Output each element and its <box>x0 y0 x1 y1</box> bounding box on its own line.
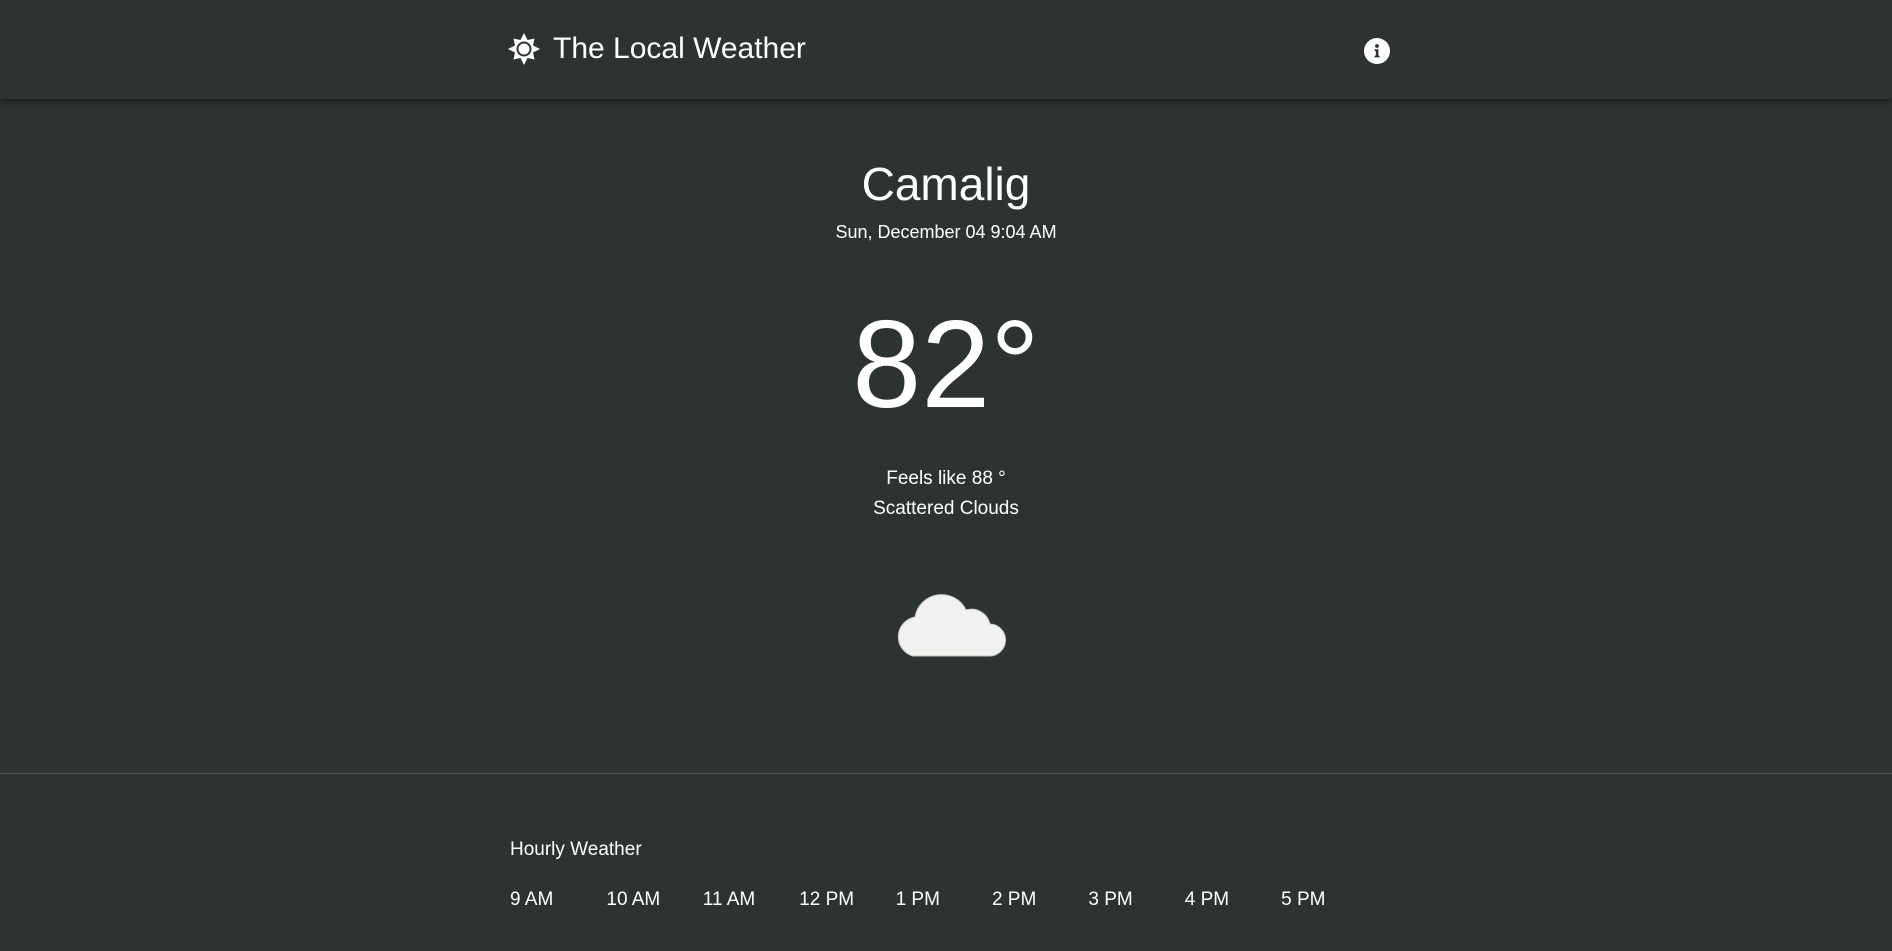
info-button[interactable] <box>1364 38 1390 64</box>
hour-item[interactable]: 10 AM <box>606 888 702 912</box>
hourly-list: 9 AM 10 AM 11 AM 12 PM 1 PM 2 PM 3 PM 4 … <box>510 888 1378 912</box>
hour-item[interactable]: 11 AM <box>703 888 799 912</box>
hourly-weather-section: Hourly Weather 9 AM 10 AM 11 AM 12 PM 1 … <box>0 774 1892 951</box>
hourly-title: Hourly Weather <box>510 839 642 860</box>
brand: The Local Weather <box>507 29 806 69</box>
sun-icon <box>508 33 540 65</box>
hour-item[interactable]: 12 PM <box>799 888 895 912</box>
current-datetime: Sun, December 04 9:04 AM <box>835 222 1057 242</box>
city-name: Camalig <box>861 158 1031 210</box>
app-header: The Local Weather <box>0 0 1892 99</box>
current-weather: Camalig Sun, December 04 9:04 AM 82° Fee… <box>0 99 1892 773</box>
weather-condition: Scattered Clouds <box>873 498 1019 519</box>
hour-item[interactable]: 2 PM <box>992 888 1088 912</box>
cloud-icon <box>897 594 1006 657</box>
hour-item[interactable]: 4 PM <box>1185 888 1281 912</box>
current-temperature: 82° <box>852 296 1040 434</box>
hour-item[interactable]: 3 PM <box>1088 888 1184 912</box>
info-icon <box>1374 44 1380 58</box>
hour-item[interactable]: 9 AM <box>510 888 606 912</box>
hour-item[interactable]: 5 PM <box>1281 888 1377 912</box>
hour-item[interactable]: 1 PM <box>896 888 992 912</box>
app-title: The Local Weather <box>553 32 806 65</box>
feels-like: Feels like 88 ° <box>886 468 1006 489</box>
